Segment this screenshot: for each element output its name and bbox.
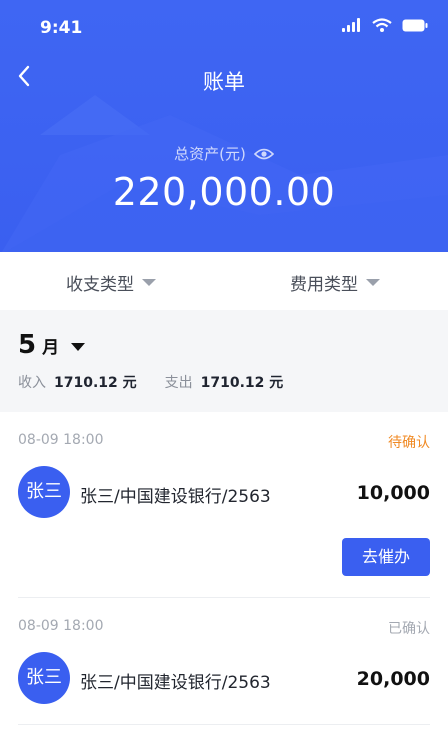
total-assets-label-text: 总资产(元) [174, 145, 246, 163]
avatar: 张三 [18, 466, 70, 518]
triangle-down-icon [366, 279, 380, 286]
income-summary: 收入 1710.12 元 [18, 372, 137, 392]
triangle-down-icon [142, 279, 156, 286]
month-totals: 收入 1710.12 元 支出 1710.12 元 [18, 372, 283, 392]
status-bar: 9:41 [0, 0, 448, 56]
page-title: 账单 [203, 70, 245, 94]
filter-fee-type[interactable]: 费用类型 [290, 270, 380, 295]
wifi-icon [372, 18, 392, 32]
record-account: 张三/中国建设银行/2563 [80, 673, 271, 693]
filter-bar: 收支类型 费用类型 [0, 252, 448, 310]
income-label: 收入 [18, 375, 46, 391]
divider [18, 724, 430, 725]
record-account: 张三/中国建设银行/2563 [80, 487, 271, 507]
record-amount: 20,000 [356, 668, 430, 690]
expense-summary: 支出 1710.12 元 [165, 372, 284, 392]
avatar: 张三 [18, 652, 70, 704]
list-item[interactable]: 08-09 18:00 待确认 张三 张三/中国建设银行/2563 10,000… [0, 412, 448, 598]
income-value: 1710.12 元 [54, 375, 137, 391]
header: 9:41 账单 总资产(元) 220,000.00 [0, 0, 448, 252]
signal-icon [342, 18, 360, 32]
filter-income-expense-label: 收支类型 [66, 275, 134, 295]
month-selector[interactable]: 5 月 [18, 330, 86, 360]
expense-label: 支出 [164, 375, 193, 391]
month-unit: 月 [42, 338, 60, 358]
filter-fee-type-label: 费用类型 [290, 275, 358, 295]
record-status: 已确认 [388, 621, 430, 637]
urge-button[interactable]: 去催办 [342, 538, 430, 576]
total-assets-label: 总资产(元) [0, 143, 448, 164]
record-status: 待确认 [388, 435, 430, 451]
total-assets-value: 220,000.00 [112, 170, 336, 214]
status-time: 9:41 [40, 18, 83, 38]
status-icons [342, 18, 428, 32]
battery-icon [402, 19, 428, 31]
month-number: 5 [18, 330, 37, 360]
filter-income-expense-type[interactable]: 收支类型 [66, 270, 156, 295]
record-date: 08-09 18:00 [18, 618, 104, 634]
list-item[interactable]: 08-09 18:00 已确认 张三 张三/中国建设银行/2563 20,000 [0, 598, 448, 740]
eye-icon[interactable] [253, 146, 274, 162]
month-summary: 5 月 收入 1710.12 元 支出 1710.12 元 [0, 310, 448, 412]
record-amount: 10,000 [356, 482, 430, 504]
caret-down-icon [71, 343, 86, 351]
expense-value: 1710.12 元 [200, 375, 284, 391]
record-date: 08-09 18:00 [18, 432, 104, 448]
